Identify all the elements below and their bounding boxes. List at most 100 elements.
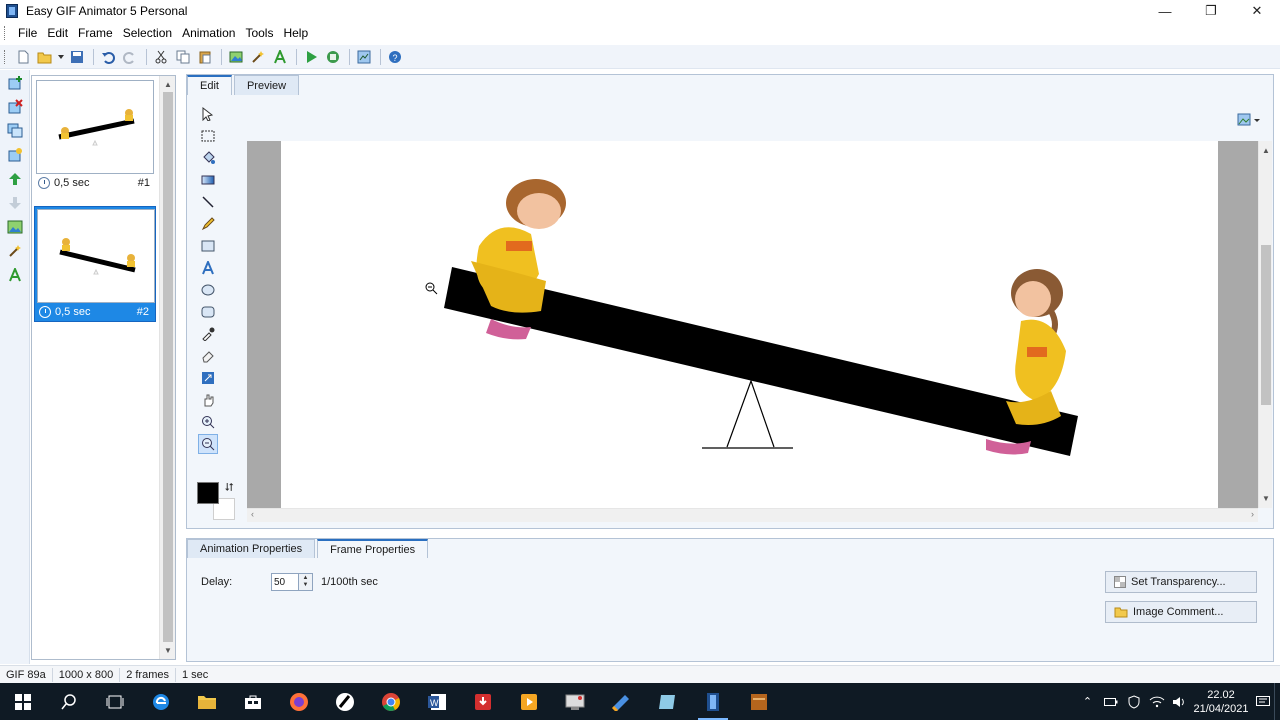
delay-stepper[interactable]: ▲ ▼ (299, 573, 313, 591)
help-icon[interactable]: ? (385, 47, 405, 67)
downloader-icon[interactable] (460, 683, 506, 720)
eyedropper-icon[interactable] (198, 324, 218, 344)
store-icon[interactable] (230, 683, 276, 720)
open-folder-icon[interactable] (35, 47, 55, 67)
notifications-icon[interactable] (1251, 683, 1274, 720)
frame-item-2[interactable]: 0,5 sec #2 (34, 206, 156, 322)
rounded-rect-icon[interactable] (198, 302, 218, 322)
start-windows-icon[interactable] (0, 683, 46, 720)
notes-app-icon[interactable] (644, 683, 690, 720)
foreground-color-swatch[interactable] (197, 482, 219, 504)
optimize-icon[interactable] (354, 47, 374, 67)
minimize-button[interactable]: — (1142, 0, 1188, 22)
insert-image-icon[interactable] (226, 47, 246, 67)
pointer-icon[interactable] (198, 104, 218, 124)
task-view-icon[interactable] (92, 683, 138, 720)
paste-icon[interactable] (195, 47, 215, 67)
undo-icon[interactable] (98, 47, 118, 67)
delete-frame-icon[interactable] (2, 96, 28, 118)
scroll-up-icon[interactable]: ▲ (160, 77, 176, 91)
taskbar-clock[interactable]: 22.02 21/04/2021 (1191, 688, 1251, 716)
zoom-out-icon[interactable] (198, 434, 218, 454)
text-a-icon[interactable] (198, 258, 218, 278)
menu-selection[interactable]: Selection (118, 26, 177, 40)
security-shield-icon[interactable] (1122, 683, 1145, 720)
inkscape-icon[interactable] (322, 683, 368, 720)
selection-rect-icon[interactable] (198, 126, 218, 146)
line-tool-icon[interactable] (198, 192, 218, 212)
hand-icon[interactable] (198, 390, 218, 410)
screen-recorder-icon[interactable] (552, 683, 598, 720)
menu-animation[interactable]: Animation (177, 26, 240, 40)
save-icon[interactable] (67, 47, 87, 67)
tab-edit[interactable]: Edit (187, 75, 232, 95)
menu-file[interactable]: File (13, 26, 42, 40)
move-up-icon[interactable] (2, 168, 28, 190)
preview-browser-icon[interactable] (323, 47, 343, 67)
frame-image-icon[interactable] (2, 216, 28, 238)
chrome-icon[interactable] (368, 683, 414, 720)
swap-colors-icon[interactable]: ⮃ (225, 482, 234, 495)
text-tool-icon[interactable] (270, 47, 290, 67)
duplicate-frame-icon[interactable] (2, 120, 28, 142)
zoom-in-icon[interactable] (198, 412, 218, 432)
resize-icon[interactable] (198, 368, 218, 388)
word-icon[interactable]: W (414, 683, 460, 720)
wifi-icon[interactable] (1145, 683, 1168, 720)
archive-app-icon[interactable] (736, 683, 782, 720)
scroll-down-icon[interactable]: ▼ (160, 643, 176, 657)
menu-edit[interactable]: Edit (42, 26, 73, 40)
ellipse-tool-icon[interactable] (198, 280, 218, 300)
view-options-icon[interactable] (1235, 111, 1263, 129)
image-comment-button[interactable]: Image Comment... (1105, 601, 1257, 623)
tab-preview[interactable]: Preview (233, 75, 300, 95)
scroll-down-icon[interactable]: ▼ (1258, 491, 1274, 505)
scroll-left-icon[interactable]: ‹ (251, 509, 254, 519)
show-desktop-button[interactable] (1274, 683, 1280, 720)
new-file-icon[interactable] (13, 47, 33, 67)
effects-wand-icon[interactable] (2, 240, 28, 262)
battery-icon[interactable] (1099, 683, 1122, 720)
scroll-right-icon[interactable]: › (1251, 509, 1254, 519)
gradient-icon[interactable] (198, 170, 218, 190)
fill-bucket-icon[interactable] (198, 148, 218, 168)
volume-icon[interactable] (1168, 683, 1191, 720)
insert-frame-icon[interactable] (2, 144, 28, 166)
canvas-horizontal-scrollbar[interactable]: ‹ › (247, 508, 1258, 522)
cut-icon[interactable] (151, 47, 171, 67)
video-player-icon[interactable] (506, 683, 552, 720)
easy-gif-animator-taskbar-icon[interactable] (690, 683, 736, 720)
frames-scrollbar[interactable]: ▲ ▼ (159, 76, 175, 659)
canvas-vertical-scrollbar[interactable]: ▲ ▼ (1258, 141, 1272, 508)
edge-browser-icon[interactable] (138, 683, 184, 720)
scroll-up-icon[interactable]: ▲ (1258, 143, 1274, 157)
menu-frame[interactable]: Frame (73, 26, 118, 40)
play-icon[interactable] (301, 47, 321, 67)
copy-icon[interactable] (173, 47, 193, 67)
painting-app-icon[interactable] (598, 683, 644, 720)
menu-help[interactable]: Help (278, 26, 313, 40)
scroll-thumb[interactable] (163, 92, 173, 642)
dropdown-arrow-icon[interactable] (57, 47, 65, 67)
rectangle-tool-icon[interactable] (198, 236, 218, 256)
pencil-icon[interactable] (198, 214, 218, 234)
firefox-icon[interactable] (276, 683, 322, 720)
drawing-canvas[interactable] (281, 141, 1218, 508)
close-button[interactable]: ✕ (1234, 0, 1280, 22)
wizard-wand-icon[interactable] (248, 47, 268, 67)
search-icon[interactable] (46, 683, 92, 720)
chevron-up-icon[interactable]: ⌃ (1076, 683, 1099, 720)
tab-frame-properties[interactable]: Frame Properties (317, 539, 429, 558)
restore-button[interactable]: ❐ (1188, 0, 1234, 22)
redo-icon[interactable] (120, 47, 140, 67)
set-transparency-button[interactable]: Set Transparency... (1105, 571, 1257, 593)
scroll-thumb[interactable] (1261, 245, 1271, 405)
tab-animation-properties[interactable]: Animation Properties (187, 539, 316, 558)
file-explorer-icon[interactable] (184, 683, 230, 720)
move-down-icon[interactable] (2, 192, 28, 214)
eraser-icon[interactable] (198, 346, 218, 366)
add-frame-icon[interactable] (2, 72, 28, 94)
menu-tools[interactable]: Tools (240, 26, 278, 40)
delay-input[interactable]: 50 (271, 573, 299, 591)
add-text-icon[interactable] (2, 264, 28, 286)
